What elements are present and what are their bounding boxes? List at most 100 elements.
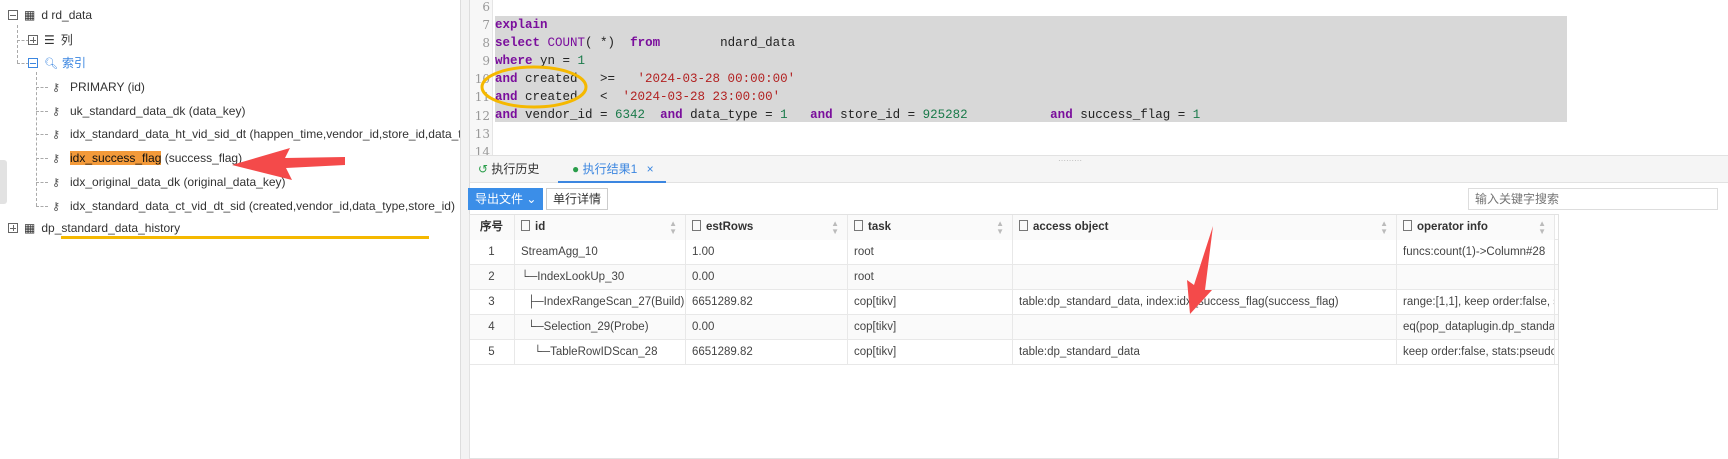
column-header[interactable]: operator info ▲ ▼ — [1397, 214, 1555, 240]
key-icon: ⚷ — [52, 200, 61, 213]
sort-icon: ▲ ▼ — [831, 219, 839, 236]
table-cell: eq(pop_dataplugin.dp_standa... — [1397, 315, 1555, 340]
key-icon: 🔍︎ — [44, 58, 58, 70]
table-cell: └─TableRowIDScan_28 — [515, 340, 686, 365]
check-circle-icon: ● — [572, 162, 580, 176]
tree-node-columns[interactable]: ☰ 列 — [28, 30, 73, 50]
column-header[interactable]: estRows ▲ ▼ — [686, 214, 848, 240]
panel-collapse-handle[interactable] — [0, 160, 7, 204]
tab-result-1[interactable]: ● 执行结果1 × — [558, 156, 666, 183]
tab-history[interactable]: ↺ 执行历史 — [478, 156, 539, 183]
table-cell: root — [848, 265, 1013, 290]
collapse-icon[interactable] — [28, 58, 38, 68]
table-cell: keep order:false, stats:pseudo — [1397, 340, 1555, 365]
document-icon — [521, 220, 530, 231]
code-line-11: and created < '2024-03-28 23:00:00' — [495, 90, 781, 104]
table-cell: ├─IndexRangeScan_27(Build) — [515, 290, 686, 315]
list-icon: ☰ — [44, 33, 55, 47]
table-cell: table:dp_standard_data, index:idx_succes… — [1013, 290, 1397, 315]
line-number: 13 — [474, 126, 490, 141]
table-cell: cop[tikv] — [848, 290, 1013, 315]
line-number: 12 — [474, 108, 490, 123]
key-icon: ⚷ — [52, 176, 61, 189]
column-header[interactable]: access object ▲ ▼ — [1013, 214, 1397, 240]
column-header[interactable]: task ▲ ▼ — [848, 214, 1013, 240]
key-icon: ⚷ — [52, 153, 61, 166]
table-cell: 5 — [469, 340, 515, 365]
table-row[interactable]: 1 StreamAgg_10 1.00 root funcs:count(1)->Col… — [469, 240, 1559, 265]
keyword-search-input[interactable] — [1468, 188, 1718, 210]
table-cell: range:[1,1], keep order:false, s... — [1397, 290, 1555, 315]
table-cell: └─Selection_29(Probe) — [515, 315, 686, 340]
sort-icon: ▲ ▼ — [996, 219, 1004, 236]
result-tabs: ↺ 执行历史 ● 执行结果1 × ⋯⋯⋯ — [470, 155, 1728, 183]
sort-icon: ▲ ▼ — [1380, 219, 1388, 236]
table-cell — [1397, 265, 1555, 290]
tree-node-history-table[interactable]: ▦ dp_standard_data_history — [8, 218, 180, 238]
sort-icon: ▲ ▼ — [669, 219, 677, 236]
table-cell: 4 — [469, 315, 515, 340]
table-cell — [1013, 315, 1397, 340]
document-icon — [1019, 220, 1028, 231]
column-header[interactable]: 序号 — [469, 214, 515, 240]
table-cell: 6651289.82 — [686, 340, 848, 365]
key-icon: ⚷ — [52, 105, 61, 118]
line-number: 7 — [482, 18, 490, 32]
row-detail-button[interactable]: 单行详情 — [546, 188, 609, 210]
column-header[interactable]: id ▲ ▼ — [515, 214, 686, 240]
table-cell: 1.00 — [686, 240, 848, 265]
code-line-9: where yn = 1 — [495, 54, 586, 68]
code-line-10: and created >= '2024-03-28 00:00:00' — [495, 72, 796, 86]
key-icon: ⚷ — [52, 82, 61, 94]
export-file-button[interactable]: 导出文件 ⌄ — [468, 188, 544, 210]
collapse-icon[interactable] — [8, 10, 18, 20]
table-cell: 6651289.82 — [686, 290, 848, 315]
table-cell: 1 — [469, 240, 515, 265]
history-icon: ↺ — [478, 162, 489, 176]
table-icon: ▦ — [24, 221, 36, 235]
table-cell: funcs:count(1)->Column#28 — [1397, 240, 1555, 265]
close-tab-icon[interactable]: × — [647, 162, 654, 176]
tree-node-table[interactable]: ▦ d rd_data — [8, 5, 92, 25]
expand-icon[interactable] — [28, 35, 38, 45]
table-icon: ▦ — [24, 8, 36, 22]
document-icon — [1403, 220, 1412, 231]
tree-node-index[interactable]: ⚷ idx_success_flag (success_flag) — [52, 148, 242, 168]
line-number: 9 — [482, 54, 490, 69]
code-line-12: and vendor_id = 6342 and data_type = 1 a… — [495, 108, 1201, 122]
table-cell: table:dp_standard_data — [1013, 340, 1397, 365]
selection-highlight — [495, 16, 1567, 122]
tree-node-index[interactable]: ⚷ uk_standard_data_dk (data_key) — [52, 101, 245, 121]
table-header: 序号 id ▲ ▼ estRows ▲ ▼ task ▲ ▼ access object ▲ ▼ oper… — [469, 214, 1559, 240]
tree-node-index[interactable]: ⚷ PRIMARY (id) — [52, 77, 145, 97]
line-number: 10 — [474, 72, 490, 87]
key-icon: ⚷ — [52, 129, 61, 142]
document-icon — [854, 220, 863, 231]
tree-node-indexes[interactable]: 🔍︎ 索引 — [28, 53, 86, 73]
table-cell — [1013, 240, 1397, 265]
code-line-8: select COUNT( *) from ndard_data — [495, 36, 796, 50]
table-cell: root — [848, 240, 1013, 265]
expand-icon[interactable] — [8, 223, 18, 233]
table-cell: 0.00 — [686, 265, 848, 290]
table-cell: 2 — [469, 265, 515, 290]
tree-node-index[interactable]: ⚷ idx_standard_data_ct_vid_dt_sid (create… — [52, 196, 455, 216]
table-row[interactable]: 4 └─Selection_29(Probe) 0.00 cop[tikv] eq(p… — [469, 315, 1559, 340]
code-line-7: explain — [495, 18, 548, 32]
table-cell: └─IndexLookUp_30 — [515, 265, 686, 290]
table-cell: 0.00 — [686, 315, 848, 340]
line-number: 8 — [482, 36, 490, 51]
table-row[interactable]: 5 └─TableRowIDScan_28 6651289.82 cop[tikv]… — [469, 340, 1559, 365]
chevron-down-icon: ⌄ — [526, 192, 537, 206]
table-row[interactable]: 3 ├─IndexRangeScan_27(Build) 6651289.82 co… — [469, 290, 1559, 315]
table-cell: StreamAgg_10 — [515, 240, 686, 265]
table-cell — [1013, 265, 1397, 290]
result-toolbar: 导出文件 ⌄ 单行详情 — [468, 184, 1728, 214]
sql-editor[interactable]: 6 7 8 9 10 11 12 13 14 explain select COUNT( *) … — [470, 0, 1728, 159]
document-icon — [692, 220, 701, 231]
table-cell: 3 — [469, 290, 515, 315]
table-row[interactable]: 2 └─IndexLookUp_30 0.00 root — [469, 265, 1559, 290]
resize-grip[interactable]: ⋯⋯⋯ — [1058, 156, 1082, 165]
tree-node-index[interactable]: ⚷ idx_original_data_dk (original_data_key… — [52, 172, 286, 192]
tree-node-index[interactable]: ⚷ idx_standard_data_ht_vid_sid_dt (happen… — [52, 124, 485, 144]
